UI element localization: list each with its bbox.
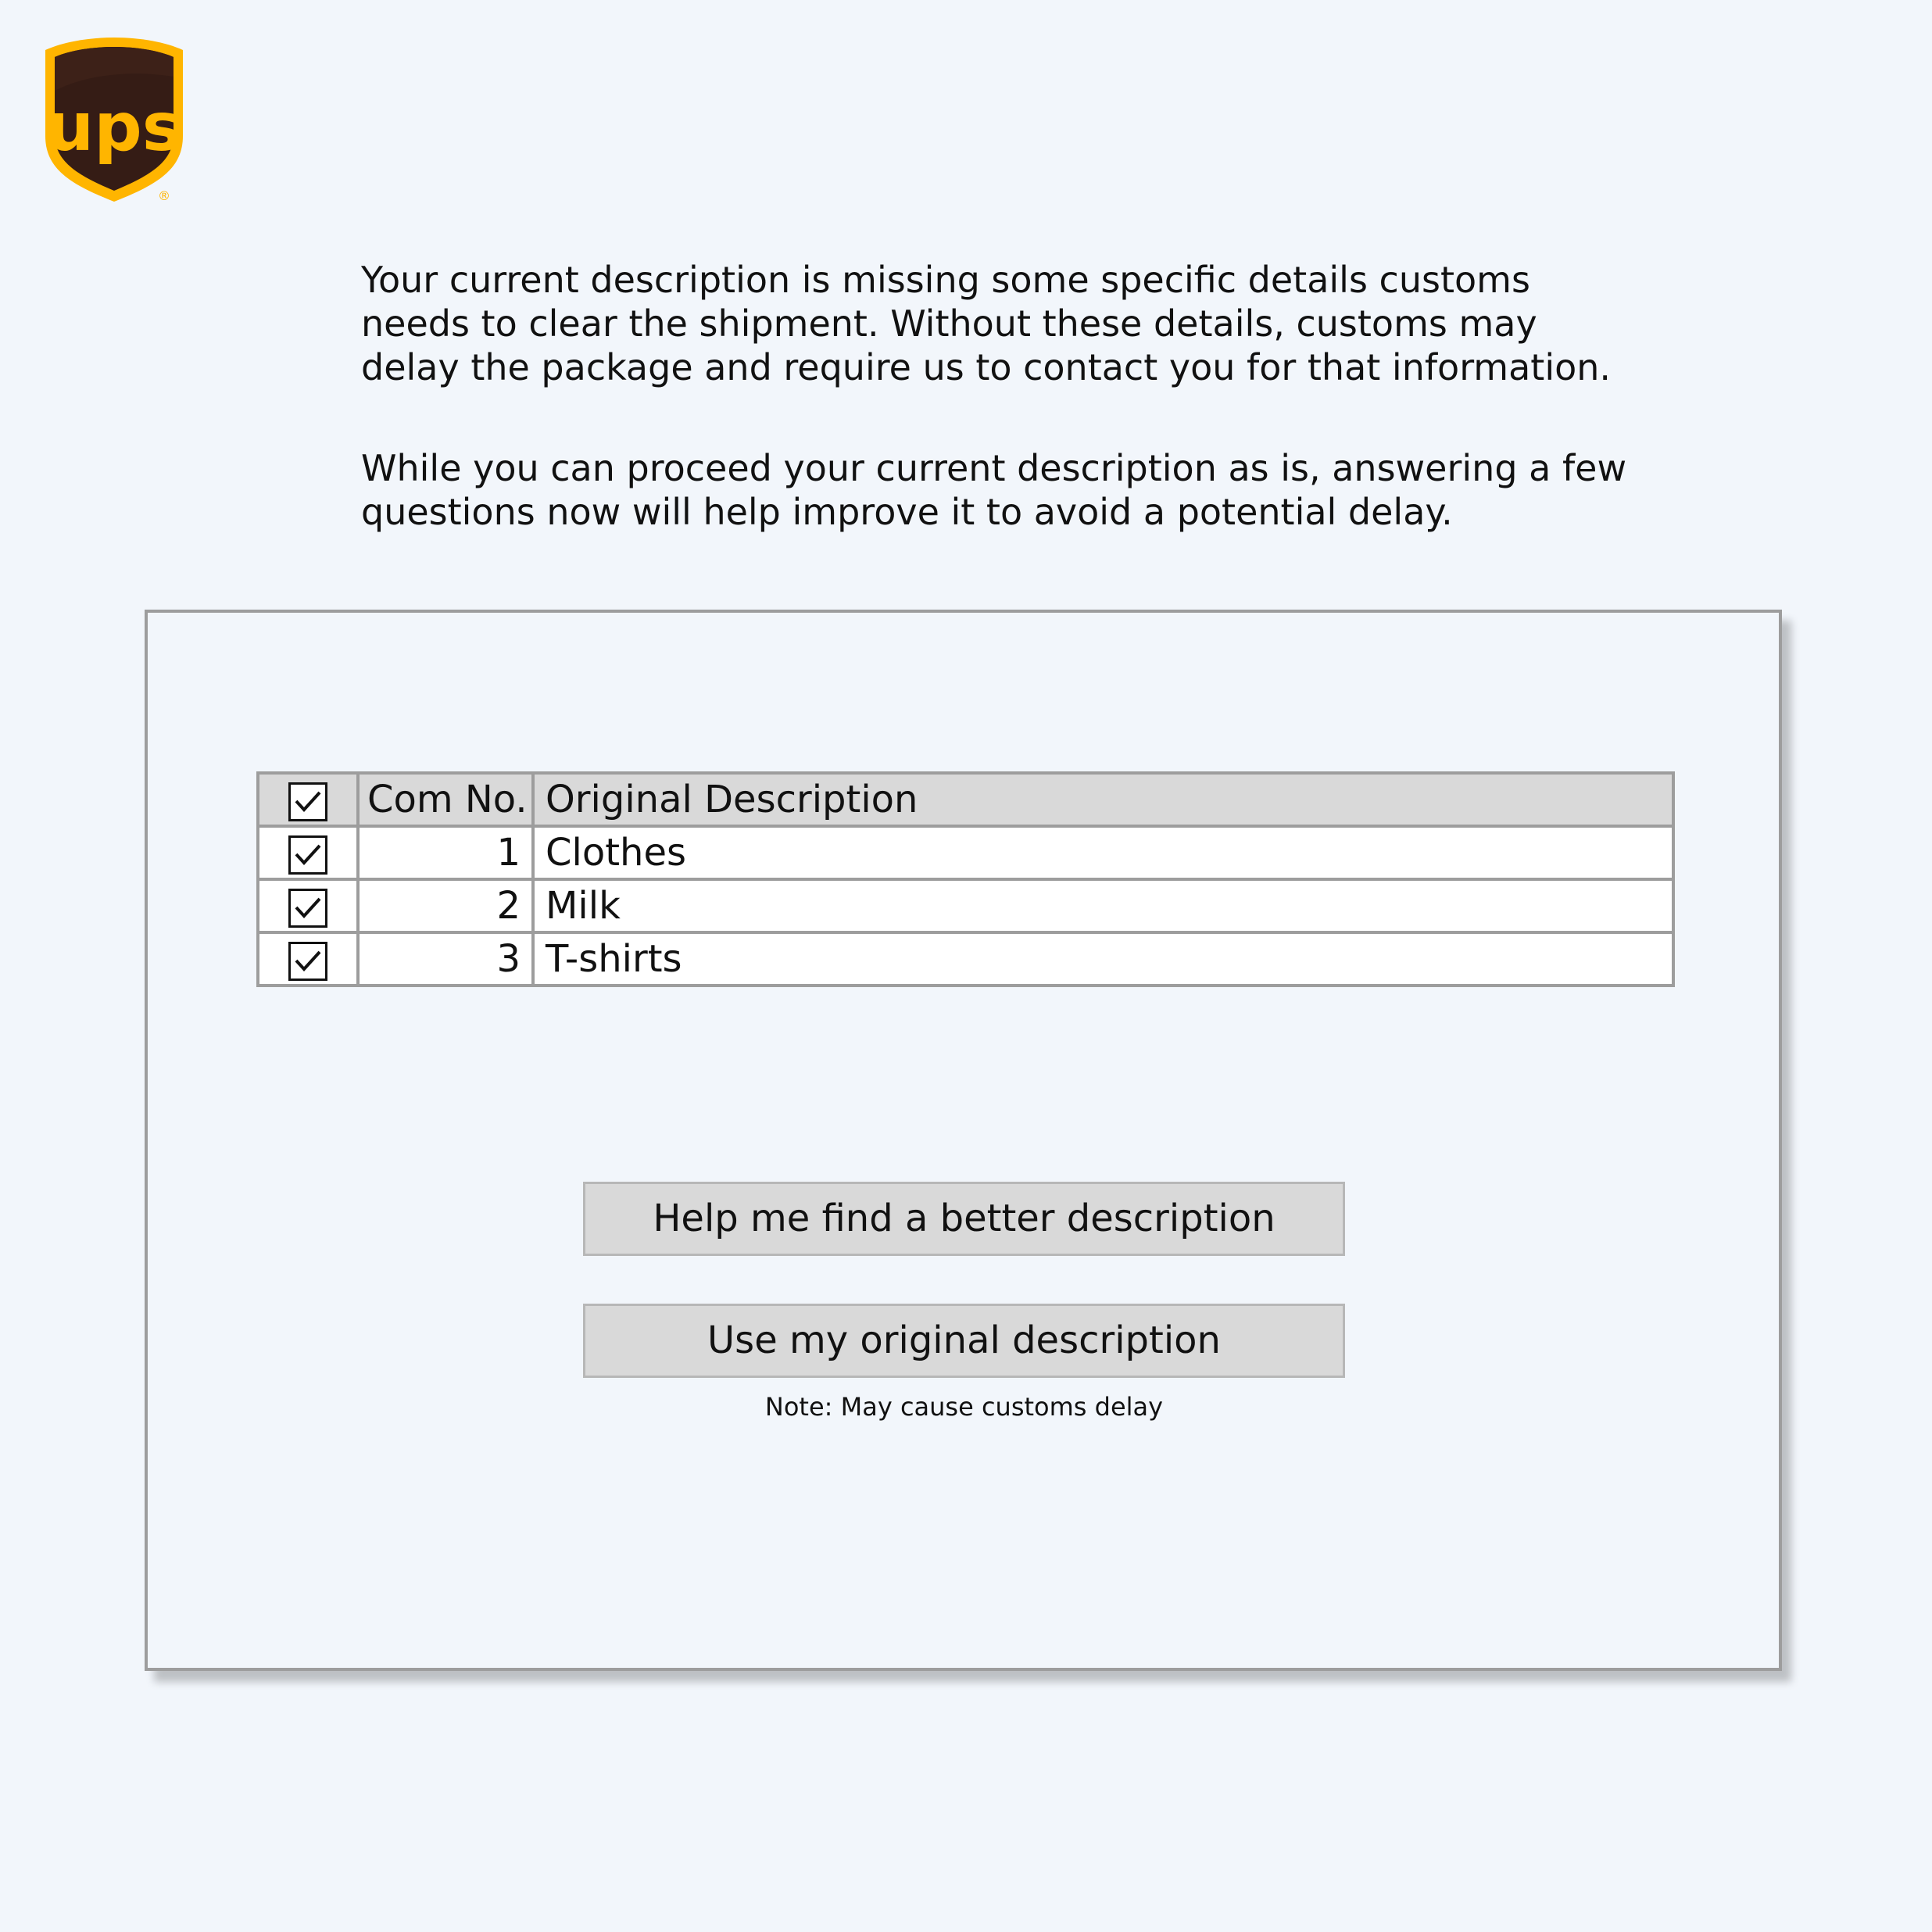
ups-shield-icon: ups ® (45, 38, 183, 203)
row-check-cell (256, 825, 360, 881)
row-check-cell (256, 878, 360, 934)
table-row: 2 Milk (256, 878, 1675, 934)
row-checkbox[interactable] (288, 835, 327, 875)
com-no-cell: 1 (356, 825, 535, 881)
help-find-description-button[interactable]: Help me find a better description (583, 1182, 1345, 1256)
checkmark-icon (295, 897, 321, 918)
header-com-no: Com No. (356, 771, 535, 828)
table-row: 3 T-shirts (256, 931, 1675, 987)
select-all-cell (256, 771, 360, 828)
header-original-description: Original Description (531, 771, 1675, 828)
use-original-description-button[interactable]: Use my original description (583, 1304, 1345, 1378)
description-cell: Milk (531, 878, 1675, 934)
row-checkbox[interactable] (288, 942, 327, 981)
description-panel: Com No. Original Description 1 Clothes 2… (145, 610, 1782, 1671)
row-check-cell (256, 931, 360, 987)
table-header-row: Com No. Original Description (256, 771, 1675, 828)
intro-paragraph-2: While you can proceed your current descr… (361, 447, 1627, 533)
com-no-cell: 2 (356, 878, 535, 934)
intro-text: Your current description is missing some… (361, 258, 1627, 534)
row-checkbox[interactable] (288, 889, 327, 928)
description-cell: T-shirts (531, 931, 1675, 987)
commodity-table: Com No. Original Description 1 Clothes 2… (256, 771, 1675, 987)
checkmark-icon (295, 791, 321, 812)
select-all-checkbox[interactable] (288, 782, 327, 821)
checkmark-icon (295, 950, 321, 971)
intro-paragraph-1: Your current description is missing some… (361, 259, 1612, 388)
description-cell: Clothes (531, 825, 1675, 881)
svg-text:ups: ups (46, 88, 182, 166)
com-no-cell: 3 (356, 931, 535, 987)
table-row: 1 Clothes (256, 825, 1675, 881)
svg-text:®: ® (158, 188, 170, 203)
checkmark-icon (295, 844, 321, 865)
ups-logo: ups ® (42, 36, 186, 205)
customs-delay-note: Note: May cause customs delay (764, 1392, 1164, 1422)
